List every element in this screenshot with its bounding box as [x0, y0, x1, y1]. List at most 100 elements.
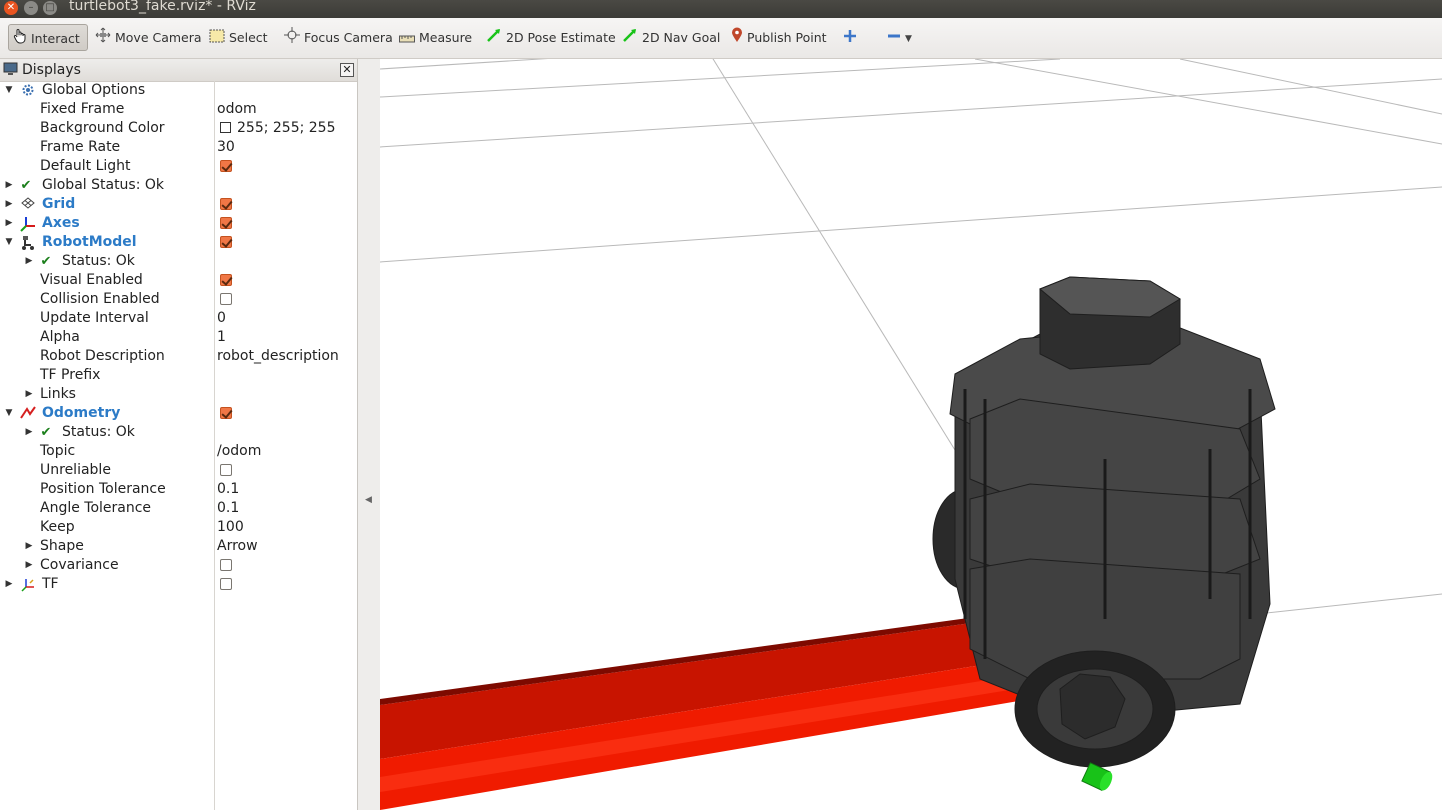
tree-row-label: Odometry: [42, 405, 121, 421]
select-tool-button[interactable]: Select: [209, 24, 268, 52]
interact-tool-button[interactable]: Interact: [8, 24, 88, 51]
minimize-window-button[interactable]: –: [24, 1, 38, 15]
measure-tool-button[interactable]: Measure: [399, 24, 472, 52]
expanded-arrow-icon[interactable]: ▼: [4, 233, 14, 252]
collapsed-arrow-icon[interactable]: ▶: [24, 423, 34, 442]
move-camera-tool-button[interactable]: Move Camera: [95, 24, 202, 52]
collapsed-arrow-icon[interactable]: ▶: [4, 214, 14, 233]
collapsed-arrow-icon[interactable]: ▶: [24, 556, 34, 575]
axes-checkbox[interactable]: [220, 217, 232, 229]
tree-row-label: Topic: [40, 443, 76, 459]
update-interval-value[interactable]: 0: [217, 309, 226, 328]
collapsed-arrow-icon[interactable]: ▶: [4, 195, 14, 214]
shape-value[interactable]: Arrow: [217, 537, 258, 556]
3d-render-view[interactable]: [380, 59, 1442, 810]
covariance-checkbox[interactable]: [220, 559, 232, 571]
maximize-window-button[interactable]: □: [43, 1, 57, 15]
tf-checkbox[interactable]: [220, 578, 232, 590]
displays-title: Displays: [22, 62, 81, 78]
odometry-checkbox[interactable]: [220, 407, 232, 419]
grid-checkbox[interactable]: [220, 198, 232, 210]
move-camera-icon: [95, 25, 111, 53]
tree-row-links[interactable]: ▶ Links: [0, 385, 357, 404]
angle-tolerance-value[interactable]: 0.1: [217, 499, 239, 518]
tree-row-default-light[interactable]: Default Light: [0, 157, 357, 176]
hand-pointer-icon: [13, 26, 27, 54]
default-light-checkbox[interactable]: [220, 160, 232, 172]
robot-icon: [20, 235, 36, 250]
robot-model-checkbox[interactable]: [220, 236, 232, 248]
tree-row-label: Global Status: Ok: [42, 177, 165, 193]
fixed-frame-value[interactable]: odom: [217, 100, 257, 119]
tree-row-shape[interactable]: ▶ Shape Arrow: [0, 537, 357, 556]
expanded-arrow-icon[interactable]: ▼: [4, 404, 14, 423]
tree-row-global-status[interactable]: ▶ ✔ Global Status: Ok: [0, 176, 357, 195]
tree-row-robot-model-status[interactable]: ▶ ✔ Status: Ok: [0, 252, 357, 271]
tree-row-tf[interactable]: ▶ TF: [0, 575, 357, 594]
remove-tool-button[interactable]: ▼: [887, 24, 916, 52]
tree-row-axes[interactable]: ▶ Axes: [0, 214, 357, 233]
tree-row-global-options[interactable]: ▼ Global Options: [0, 81, 357, 100]
frame-rate-value[interactable]: 30: [217, 138, 235, 157]
tree-row-angle-tolerance[interactable]: Angle Tolerance 0.1: [0, 499, 357, 518]
color-swatch[interactable]: [220, 122, 231, 133]
green-arrow-icon: [622, 25, 638, 53]
focus-camera-tool-button[interactable]: Focus Camera: [284, 24, 393, 52]
tree-row-label: Update Interval: [40, 310, 149, 326]
close-window-button[interactable]: ✕: [4, 1, 18, 15]
collapsed-arrow-icon[interactable]: ▶: [24, 252, 34, 271]
panel-collapse-handle[interactable]: ◀: [358, 59, 380, 810]
tree-row-keep[interactable]: Keep 100: [0, 518, 357, 537]
toolbar: Interact Move Camera Select Focus Camera…: [0, 18, 1442, 59]
tree-row-tf-prefix[interactable]: TF Prefix: [0, 366, 357, 385]
tree-row-visual-enabled[interactable]: Visual Enabled: [0, 271, 357, 290]
position-tolerance-value[interactable]: 0.1: [217, 480, 239, 499]
minus-icon: [887, 25, 901, 53]
tree-row-label: Links: [40, 386, 76, 402]
robot-description-value[interactable]: robot_description: [217, 347, 339, 366]
tree-row-fixed-frame[interactable]: Fixed Frame odom: [0, 100, 357, 119]
tree-row-unreliable[interactable]: Unreliable: [0, 461, 357, 480]
tree-row-frame-rate[interactable]: Frame Rate 30: [0, 138, 357, 157]
tree-row-label: Robot Description: [40, 348, 165, 364]
expanded-arrow-icon[interactable]: ▼: [4, 81, 14, 100]
collapsed-arrow-icon[interactable]: ▶: [24, 385, 34, 404]
nav-goal-tool-button[interactable]: 2D Nav Goal: [622, 24, 720, 52]
odometry-icon: [20, 406, 36, 421]
tree-row-robot-description[interactable]: Robot Description robot_description: [0, 347, 357, 366]
tree-row-label: Grid: [42, 196, 76, 212]
pose-estimate-tool-button[interactable]: 2D Pose Estimate: [486, 24, 616, 52]
tree-row-covariance[interactable]: ▶ Covariance: [0, 556, 357, 575]
tree-row-collision-enabled[interactable]: Collision Enabled: [0, 290, 357, 309]
tree-row-topic[interactable]: Topic /odom: [0, 442, 357, 461]
move-camera-label: Move Camera: [115, 30, 202, 45]
tree-row-alpha[interactable]: Alpha 1: [0, 328, 357, 347]
background-color-value[interactable]: 255; 255; 255: [237, 119, 336, 138]
tree-row-grid[interactable]: ▶ Grid: [0, 195, 357, 214]
tree-row-update-interval[interactable]: Update Interval 0: [0, 309, 357, 328]
collapse-left-arrow-icon[interactable]: ◀: [365, 495, 372, 505]
tree-row-label: Collision Enabled: [40, 291, 160, 307]
collision-enabled-checkbox[interactable]: [220, 293, 232, 305]
keep-value[interactable]: 100: [217, 518, 244, 537]
publish-point-tool-button[interactable]: Publish Point: [731, 24, 827, 52]
tree-row-position-tolerance[interactable]: Position Tolerance 0.1: [0, 480, 357, 499]
tree-row-label: Visual Enabled: [40, 272, 143, 288]
add-tool-button[interactable]: [843, 24, 861, 52]
tree-row-background-color[interactable]: Background Color 255; 255; 255: [0, 119, 357, 138]
collapsed-arrow-icon[interactable]: ▶: [4, 575, 14, 594]
visual-enabled-checkbox[interactable]: [220, 274, 232, 286]
publish-point-label: Publish Point: [747, 30, 827, 45]
tree-row-robot-model[interactable]: ▼ RobotModel: [0, 233, 357, 252]
title-bar: ✕ – □ turtlebot3_fake.rviz* - RViz: [0, 0, 1442, 18]
column-divider[interactable]: [214, 81, 215, 810]
collapsed-arrow-icon[interactable]: ▶: [4, 176, 14, 195]
collapsed-arrow-icon[interactable]: ▶: [24, 537, 34, 556]
unreliable-checkbox[interactable]: [220, 464, 232, 476]
topic-value[interactable]: /odom: [217, 442, 261, 461]
close-panel-button[interactable]: ✕: [340, 63, 354, 77]
alpha-value[interactable]: 1: [217, 328, 226, 347]
tree-row-odometry[interactable]: ▼ Odometry: [0, 404, 357, 423]
grid-icon: [20, 197, 36, 212]
tree-row-odometry-status[interactable]: ▶ ✔ Status: Ok: [0, 423, 357, 442]
